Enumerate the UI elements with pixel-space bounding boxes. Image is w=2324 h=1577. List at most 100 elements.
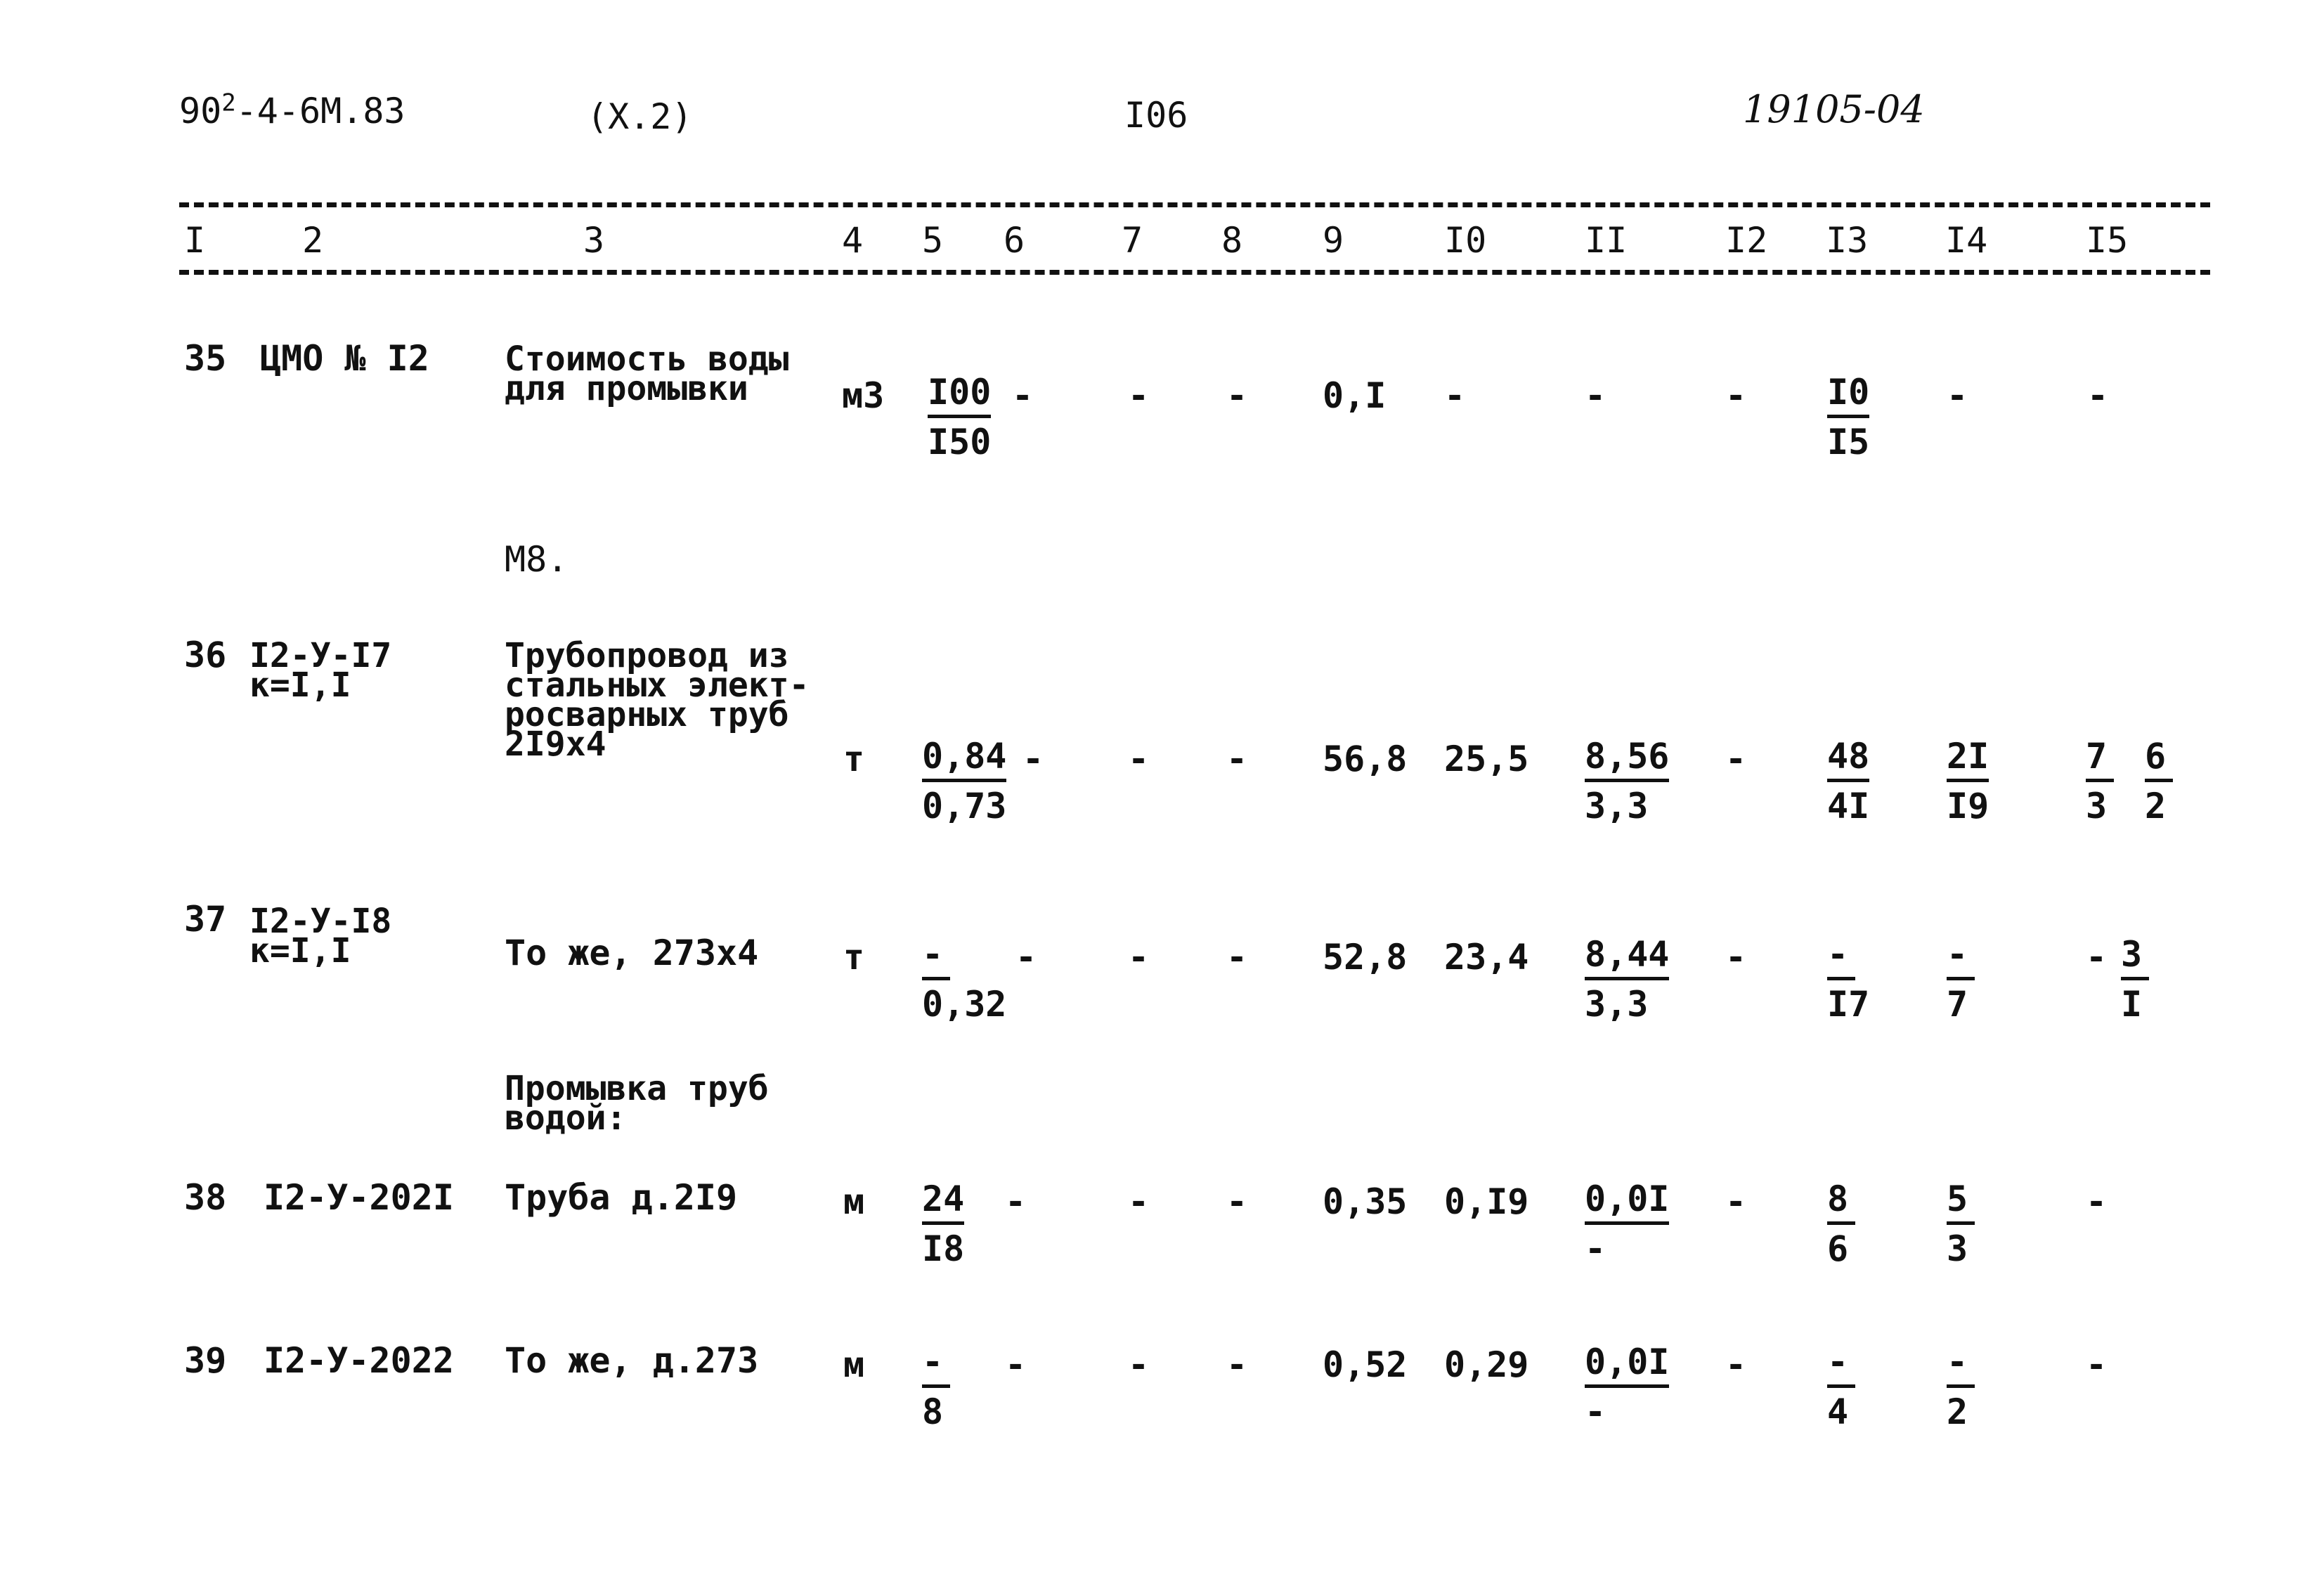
fraction-denominator: 3 <box>1947 1228 1968 1269</box>
column-header-10: I0 <box>1444 220 1487 261</box>
column-6-value: - <box>1012 375 1034 416</box>
document-code-prefix: 90 <box>179 91 222 131</box>
column-14-fraction: -2 <box>1947 1341 1975 1433</box>
fraction-numerator: 3 <box>2121 933 2149 980</box>
column-9-value: 0,I <box>1323 375 1387 416</box>
fraction-denominator: 3,3 <box>1585 984 1649 1025</box>
fraction-denominator: 8 <box>922 1391 944 1432</box>
column-13-fraction: I0 I5 <box>1827 371 1870 463</box>
column-header-1: I <box>184 220 206 261</box>
fraction-denominator: 4I <box>1827 786 1870 826</box>
fraction-denominator: I5 <box>1827 422 1870 462</box>
column-7-value: - <box>1128 1181 1150 1222</box>
column-5-fraction: 0,84 0,73 <box>922 735 1007 827</box>
column-8-value: - <box>1226 1181 1248 1222</box>
document-code: 902-4-6М.83 <box>179 91 405 131</box>
fraction-denominator: I50 <box>928 422 992 462</box>
section-heading-flushing: Промывка труб водой: <box>505 1072 769 1135</box>
column-8-value: - <box>1226 1344 1248 1385</box>
row-unit: м <box>843 1344 865 1385</box>
column-11-fraction: 0,0I - <box>1585 1178 1670 1270</box>
fraction-numerator: I00 <box>928 371 992 418</box>
fraction-numerator: 8,56 <box>1585 735 1670 782</box>
fraction-numerator: - <box>922 933 950 980</box>
description-line: для промывки <box>505 369 748 408</box>
row-code: I2-У-I7 к=I,I <box>249 639 391 702</box>
fraction-denominator: 2 <box>2145 786 2167 826</box>
row-description: То же, 273х4 <box>505 933 759 973</box>
column-15-value: - <box>2086 1344 2108 1385</box>
column-12-value: - <box>1725 1181 1747 1222</box>
row-description: Стоимость воды для промывки <box>505 342 789 408</box>
fraction-denominator: I <box>2121 984 2143 1025</box>
fraction-numerator: - <box>1827 933 1855 980</box>
column-7-value: - <box>1128 375 1150 416</box>
fraction-numerator: - <box>922 1341 950 1388</box>
column-14-fraction: 2I I9 <box>1947 735 1989 827</box>
column-15-value-a: - <box>2086 937 2108 978</box>
column-6-value: - <box>1015 937 1037 978</box>
column-header-7: 7 <box>1122 220 1143 261</box>
fraction-numerator: 5 <box>1947 1178 1975 1225</box>
fraction-numerator: I0 <box>1827 371 1870 418</box>
column-12-value: - <box>1725 937 1747 978</box>
column-9-value: 0,35 <box>1323 1181 1408 1222</box>
column-12-value: - <box>1725 739 1747 779</box>
row-description: То же, д.273 <box>505 1340 759 1381</box>
fraction-numerator: 0,84 <box>922 735 1007 782</box>
column-header-12: I2 <box>1725 220 1768 261</box>
column-header-14: I4 <box>1945 220 1988 261</box>
section-heading-m8: М8. <box>505 539 569 580</box>
column-7-value: - <box>1128 1344 1150 1385</box>
column-header-2: 2 <box>302 220 324 261</box>
fraction-denominator: I8 <box>922 1228 965 1269</box>
column-8-value: - <box>1226 739 1248 779</box>
page-number: I06 <box>1124 95 1188 136</box>
column-10-value: 0,I9 <box>1444 1181 1529 1222</box>
row-number: 37 <box>184 899 227 940</box>
column-11-fraction: 0,0I - <box>1585 1341 1670 1433</box>
row-number: 35 <box>184 338 227 379</box>
column-7-value: - <box>1128 937 1150 978</box>
column-11-fraction: 8,56 3,3 <box>1585 735 1670 827</box>
fraction-denominator: 6 <box>1827 1228 1849 1269</box>
column-6-value: - <box>1005 1181 1027 1222</box>
fraction-numerator: 6 <box>2145 735 2173 782</box>
row-number: 38 <box>184 1177 227 1218</box>
column-15-fraction-a: 73 <box>2086 735 2114 827</box>
column-13-fraction: - I7 <box>1827 933 1869 1025</box>
fraction-denominator: - <box>1585 1391 1606 1432</box>
document-code-superscript: 2 <box>221 89 236 117</box>
column-15-fraction-b: 62 <box>2145 735 2173 827</box>
row-code: I2-У-I8 к=I,I <box>249 904 391 968</box>
fraction-denominator: I7 <box>1827 984 1870 1025</box>
fraction-denominator: 3 <box>2086 786 2108 826</box>
column-6-value: - <box>1005 1344 1027 1385</box>
fraction-denominator: 4 <box>1827 1391 1849 1432</box>
column-6-value: - <box>1023 739 1044 779</box>
row-description: Трубопровод из стальных элект-росварных т… <box>505 639 809 761</box>
row-unit: м3 <box>842 375 885 416</box>
column-13-fraction: -4 <box>1827 1341 1855 1433</box>
column-10-value: 25,5 <box>1444 739 1529 779</box>
fraction-denominator: 0,32 <box>922 984 1007 1025</box>
fraction-denominator: - <box>1585 1228 1606 1269</box>
fraction-numerator: 24 <box>922 1178 965 1225</box>
fraction-numerator: 7 <box>2086 735 2114 782</box>
column-9-value: 52,8 <box>1323 937 1408 978</box>
fraction-denominator: I9 <box>1947 786 1989 826</box>
document-code-rest: -4-6М.83 <box>235 91 405 131</box>
fraction-denominator: 7 <box>1947 984 1968 1025</box>
column-5-fraction: -0,32 <box>922 933 1006 1025</box>
column-8-value: - <box>1226 937 1248 978</box>
row-unit: т <box>843 937 865 978</box>
column-5-fraction: -8 <box>922 1341 950 1433</box>
column-15-value: - <box>2086 1181 2108 1222</box>
column-15-fraction-b: 3I <box>2121 933 2149 1025</box>
column-header-6: 6 <box>1004 220 1025 261</box>
row-code: ЦМО № I2 <box>260 338 429 379</box>
column-header-13: I3 <box>1826 220 1869 261</box>
column-header-4: 4 <box>842 220 864 261</box>
column-header-11: II <box>1585 220 1628 261</box>
column-12-value: - <box>1725 375 1747 416</box>
